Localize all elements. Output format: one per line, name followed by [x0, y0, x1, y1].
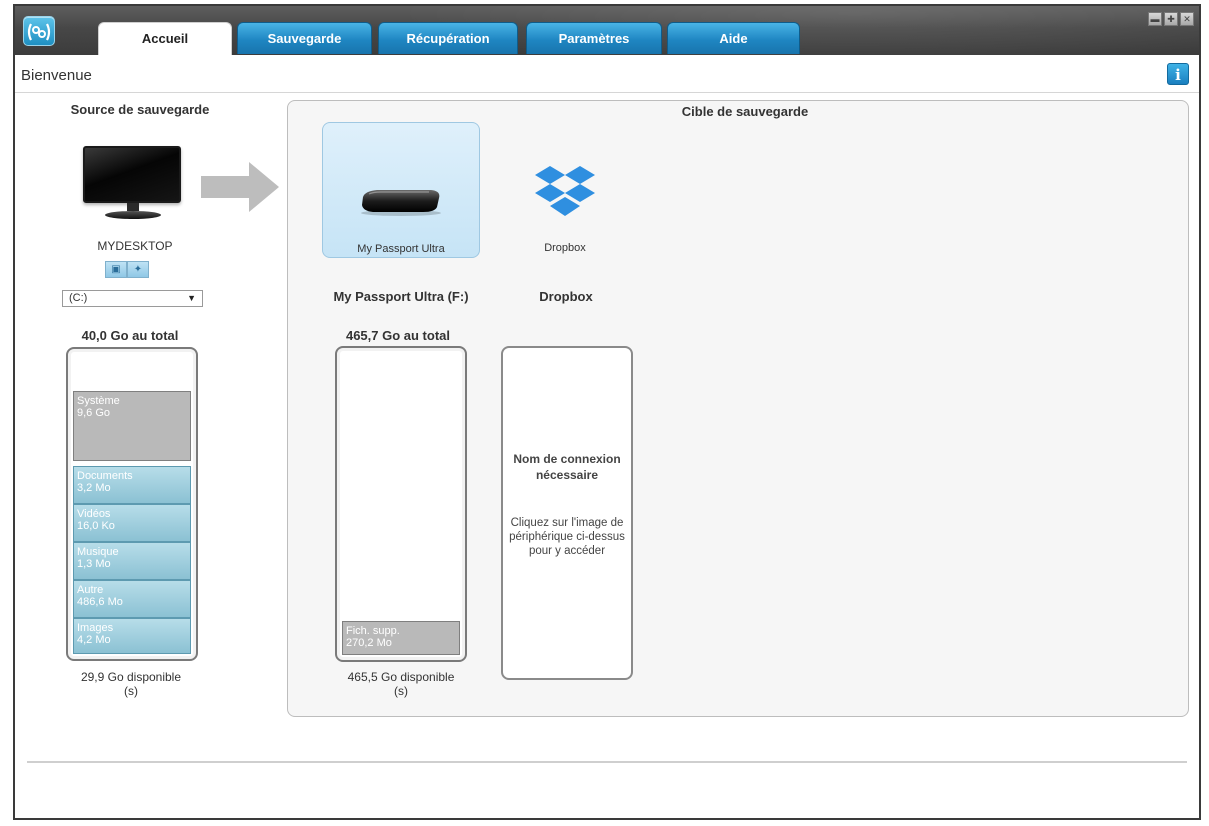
segment-documents[interactable]: Documents 3,2 Mo [73, 466, 191, 504]
tab-recuperation[interactable]: Récupération [378, 22, 518, 54]
close-icon[interactable]: ✕ [1180, 12, 1194, 26]
minimize-icon[interactable]: ▬ [1148, 12, 1162, 26]
external-hard-drive-icon [361, 190, 441, 216]
passport-heading: My Passport Ultra (F:) [333, 289, 469, 304]
chevron-down-icon: ▼ [187, 293, 196, 303]
dropbox-login-title: Nom de connexion nécessaire [513, 452, 621, 482]
arrow-right-icon [201, 162, 279, 212]
tab-accueil[interactable]: Accueil [98, 22, 232, 55]
passport-capacity-bar: Fich. supp. 270,2 Mo [335, 346, 467, 662]
info-icon[interactable]: i [1167, 63, 1189, 85]
monitor-view-icon[interactable]: ▣ [105, 261, 127, 278]
app-window: Accueil Sauvegarde Récupération Paramètr… [13, 4, 1201, 820]
passport-free-space: 465,5 Go disponible (s) [347, 670, 455, 698]
segment-systeme[interactable]: Système 9,6 Go [73, 391, 191, 461]
dropbox-login-hint: Cliquez sur l'image de périphérique ci-d… [509, 517, 625, 557]
dropbox-heading: Dropbox [539, 289, 593, 304]
device-my-passport-ultra[interactable]: My Passport Ultra [322, 122, 480, 258]
device-label: Dropbox [544, 242, 586, 254]
maximize-icon[interactable]: ✚ [1164, 12, 1178, 26]
target-title: Cible de sauvegarde [681, 104, 809, 119]
source-title: Source de sauvegarde [70, 102, 210, 117]
source-drive-select[interactable]: (C:) ▼ [62, 290, 203, 307]
device-label: My Passport Ultra [357, 243, 445, 255]
segment-autre[interactable]: Autre 486,6 Mo [73, 580, 191, 618]
segment-images[interactable]: Images 4,2 Mo [73, 618, 191, 654]
window-controls: ▬ ✚ ✕ [1148, 12, 1194, 26]
desktop-computer-icon [83, 146, 183, 226]
source-capacity-bar: Système 9,6 Go Documents 3,2 Mo Vidéos 1… [66, 347, 198, 661]
page-header: Bienvenue i [15, 57, 1199, 93]
computer-name: MYDESKTOP [97, 239, 173, 253]
tab-sauvegarde[interactable]: Sauvegarde [237, 22, 372, 54]
segment-videos[interactable]: Vidéos 16,0 Ko [73, 504, 191, 542]
footer-divider [27, 761, 1187, 763]
segment-fich-supp[interactable]: Fich. supp. 270,2 Mo [342, 621, 460, 655]
passport-total-capacity: 465,7 Go au total [345, 328, 451, 343]
title-bar: Accueil Sauvegarde Récupération Paramètr… [15, 6, 1199, 76]
segment-musique[interactable]: Musique 1,3 Mo [73, 542, 191, 580]
tab-aide[interactable]: Aide [667, 22, 800, 54]
source-total-capacity: 40,0 Go au total [81, 328, 179, 343]
device-dropbox[interactable]: Dropbox [490, 122, 640, 258]
tab-parametres[interactable]: Paramètres [526, 22, 662, 54]
settings-view-icon[interactable]: ✦ [127, 261, 149, 278]
wd-backup-logo-icon[interactable] [23, 16, 55, 46]
source-drive-value: (C:) [69, 292, 88, 304]
source-free-space: 29,9 Go disponible (s) [80, 670, 182, 698]
dropbox-icon [535, 166, 595, 216]
dropbox-status-box[interactable]: Nom de connexion nécessaire Cliquez sur … [501, 346, 633, 680]
view-mode-toggle: ▣ ✦ [105, 261, 149, 278]
page-title: Bienvenue [21, 67, 92, 84]
